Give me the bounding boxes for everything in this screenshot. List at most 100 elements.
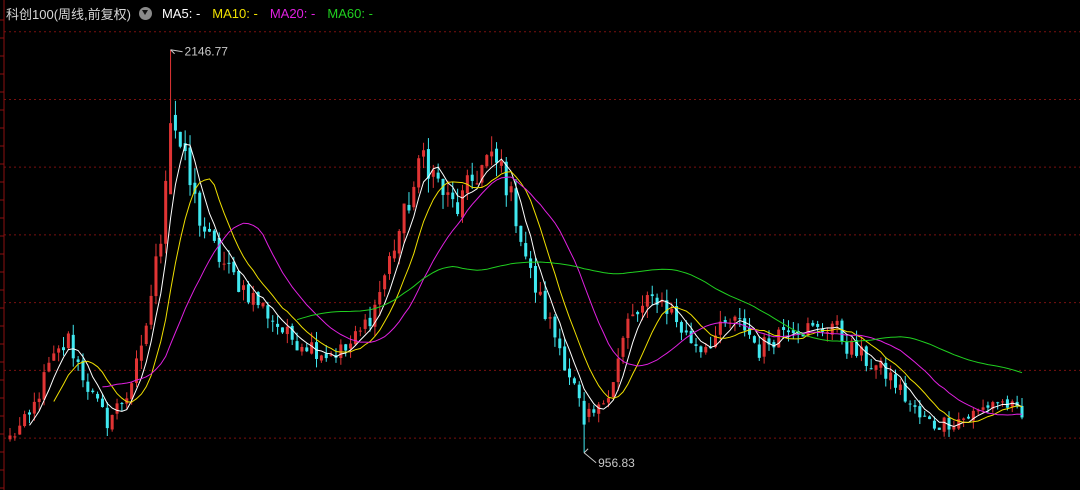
candle-down [679,322,683,333]
candle-up [606,398,610,403]
candle-up [164,180,168,244]
candle-down [752,336,756,343]
candle-up [942,417,946,432]
candle-up [640,305,645,313]
candle-down [650,294,654,297]
annotation-high-label: 2146.77 [185,45,229,59]
candle-down [543,290,547,319]
candle-down [86,381,90,392]
candle-up [889,372,893,381]
candle-down [470,174,474,181]
candle-down [568,368,572,378]
candle-up [509,186,513,193]
candle-down [71,334,75,359]
candle-down [519,225,523,242]
candle-up [115,403,119,414]
candle-up [616,358,620,383]
candle-down [207,228,211,232]
candle-down [986,405,990,408]
candle-down [173,114,177,131]
candle-up [397,231,401,254]
candle-down [105,407,109,429]
candle-down [786,330,790,333]
candle-up [597,404,601,414]
candle-down [120,403,124,405]
candle-up [1001,401,1005,403]
candle-up [23,414,27,427]
candle-down [928,416,932,420]
candle-up [353,331,357,345]
candle-up [777,329,781,348]
candle-down [966,416,970,419]
candle-down [913,405,917,407]
candle-down [96,393,100,399]
candle-down [227,262,231,264]
candle-down [996,402,1000,404]
candle-up [300,347,304,352]
candle-down [295,341,299,351]
candle-up [319,355,323,361]
candle-up [110,414,114,430]
candle-up [222,263,226,265]
candle-down [869,368,873,370]
candle-down [514,188,518,227]
candle-up [981,407,985,410]
candle-up [392,250,396,259]
candle-down [276,323,280,327]
candle-up [850,340,854,355]
candle-down [937,427,941,430]
candle-down [246,284,250,303]
candle-up [898,384,902,391]
candle-down [748,327,752,335]
candle-down [495,148,499,163]
candle-up [169,123,173,195]
candle-up [587,408,591,417]
candle-up [417,158,421,188]
candle-up [363,319,367,329]
candle-down [772,342,776,348]
candle-down [908,403,912,405]
candle-down [198,192,202,226]
candle-up [378,292,382,305]
candle-up [387,256,392,274]
candle-up [611,382,615,398]
candle-up [18,425,22,435]
candle-up [422,150,426,157]
candle-down [324,353,328,359]
candle-up [144,325,148,344]
candle-up [835,320,839,325]
candle-up [8,435,12,440]
candle-down [1005,399,1009,408]
candle-up [952,426,956,430]
candle-up [242,285,246,290]
annotation-arrow [170,49,183,55]
candle-up [602,403,606,405]
candle-up [52,353,56,361]
candle-down [694,344,698,346]
candle-up [285,326,289,335]
candle-down [918,406,922,418]
candle-down [271,320,275,322]
candle-up [159,243,163,257]
candle-up [962,418,966,420]
kline-chart[interactable]: 2146.77 956.83 [0,0,1080,490]
annotation-low-label: 956.83 [598,456,635,470]
candle-down [743,318,747,331]
candle-up [718,321,722,335]
candle-up [626,318,630,339]
candle-up [66,333,70,349]
candle-down [305,347,309,352]
candle-down [923,415,927,417]
candle-down [266,305,270,319]
candle-up [349,343,353,349]
candle-up [261,303,265,307]
candle-up [402,203,406,234]
candle-down [582,400,586,425]
candle-down [782,327,786,330]
candle-down [62,347,66,351]
candle-down [636,311,640,315]
candle-down [563,346,567,371]
candle-up [704,346,708,353]
candle-up [460,190,464,218]
annotation-arrow [583,448,597,464]
